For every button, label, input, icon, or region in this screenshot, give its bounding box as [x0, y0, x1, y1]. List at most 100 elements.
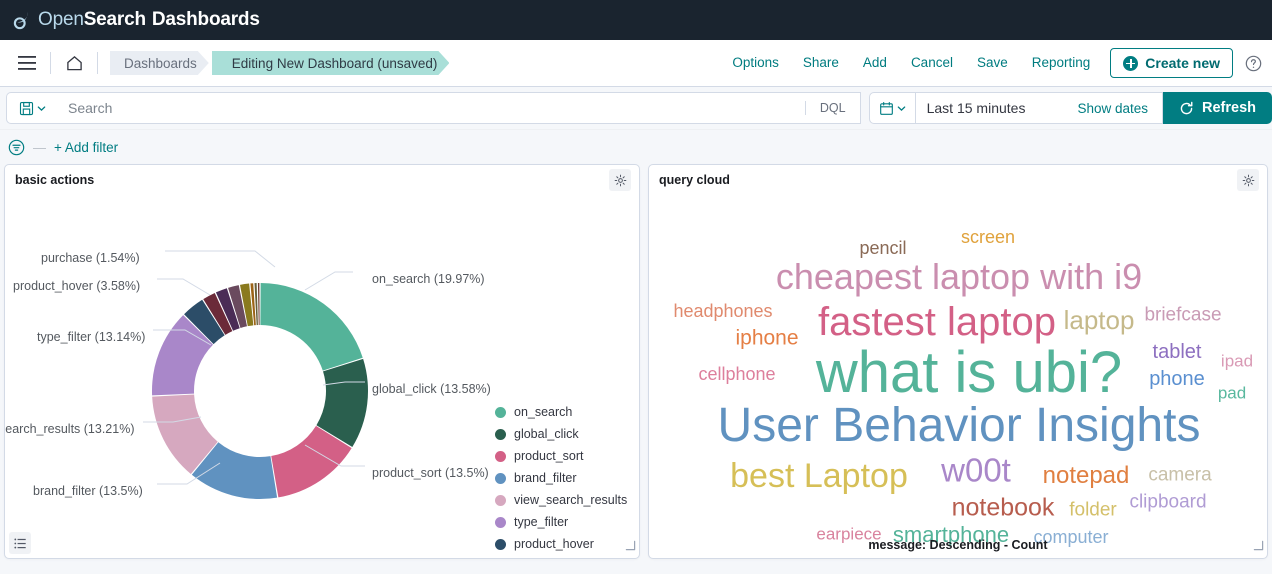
gear-icon-2[interactable]: [1237, 169, 1259, 191]
word-cloud-word[interactable]: notepad: [1043, 464, 1130, 488]
navigation-bar: Dashboards Editing New Dashboard (unsave…: [0, 40, 1272, 87]
add-filter-button[interactable]: + Add filter: [54, 140, 118, 155]
legend-color-dot: [495, 473, 506, 484]
donut-slice[interactable]: [258, 283, 260, 325]
brand-dashboards: Dashboards: [152, 9, 260, 30]
brand-logo-group[interactable]: OpenSearchDashboards: [10, 7, 260, 33]
donut-legend-item[interactable]: view_search_results: [495, 489, 627, 511]
word-cloud-word[interactable]: ipad: [1221, 353, 1253, 370]
donut-chart: on_search (19.97%)global_click (13.58%)p…: [5, 195, 639, 558]
word-cloud-word[interactable]: pad: [1218, 385, 1246, 402]
word-cloud-word[interactable]: cheapest laptop with i9: [776, 259, 1142, 295]
word-cloud-word[interactable]: best Laptop: [730, 459, 908, 493]
donut-slices: [152, 283, 368, 499]
word-cloud-word[interactable]: screen: [961, 228, 1015, 246]
word-cloud-word[interactable]: camera: [1148, 466, 1211, 485]
filter-bar: — + Add filter: [0, 130, 1272, 164]
help-circle-icon[interactable]: [1245, 55, 1262, 72]
donut-legend: on_search global_click product_sort brand_f…: [495, 401, 627, 558]
filter-funnel-icon[interactable]: [8, 139, 25, 156]
legend-item-label: brand_filter: [514, 471, 577, 485]
query-language-badge[interactable]: DQL: [805, 101, 860, 115]
panel-title-query-cloud[interactable]: query cloud: [659, 173, 730, 187]
donut-leader-line: [305, 272, 353, 290]
donut-slice[interactable]: [260, 283, 362, 371]
donut-legend-item[interactable]: global_click: [495, 423, 627, 445]
donut-legend-item[interactable]: product_sort: [495, 445, 627, 467]
donut-legend-item[interactable]: type_filter: [495, 511, 627, 533]
donut-leader-line: [165, 251, 275, 267]
word-cloud-word[interactable]: laptop: [1064, 307, 1135, 333]
legend-item-label: product_hover: [514, 537, 594, 551]
donut-legend-item[interactable]: product_hover: [495, 533, 627, 555]
word-cloud-word[interactable]: notebook: [952, 496, 1055, 521]
panel-body-basic-actions: on_search (19.97%)global_click (13.58%)p…: [5, 195, 639, 558]
legend-color-dot: [495, 517, 506, 528]
search-field-wrapper: DQL: [58, 92, 861, 124]
nav-reporting-link[interactable]: Reporting: [1020, 48, 1103, 78]
breadcrumb-dashboards[interactable]: Dashboards: [110, 51, 209, 75]
legend-color-dot: [495, 495, 506, 506]
refresh-icon: [1179, 101, 1194, 116]
donut-legend-item[interactable]: brand_filter: [495, 467, 627, 489]
refresh-button[interactable]: Refresh: [1163, 92, 1272, 124]
nav-add-link[interactable]: Add: [851, 48, 899, 78]
word-cloud-word[interactable]: iphone: [735, 328, 798, 349]
donut-legend-item[interactable]: on_search: [495, 401, 627, 423]
hamburger-menu-icon[interactable]: [10, 46, 44, 80]
word-cloud-word[interactable]: phone: [1149, 369, 1205, 389]
show-dates-button[interactable]: Show dates: [1037, 101, 1162, 116]
donut-slice-label: global_click (13.58%): [372, 382, 491, 396]
panel-header-basic-actions: basic actions: [5, 165, 639, 195]
legend-color-dot: [495, 429, 506, 440]
search-input[interactable]: [68, 100, 805, 116]
legend-item-label: view_search_results: [514, 493, 627, 507]
date-range-display[interactable]: Last 15 minutes: [916, 100, 1038, 116]
nav-actions: Options Share Add Cancel Save Reporting …: [720, 48, 1262, 78]
nav-share-link[interactable]: Share: [791, 48, 851, 78]
breadcrumb-editing-label: Editing New Dashboard (unsaved): [232, 56, 438, 71]
word-cloud-word[interactable]: what is ubi?: [816, 344, 1122, 402]
save-disk-icon: [19, 101, 34, 116]
word-cloud-word[interactable]: tablet: [1153, 342, 1202, 362]
calendar-quick-select-button[interactable]: [870, 93, 916, 123]
word-cloud-word[interactable]: fastest laptop: [818, 302, 1056, 342]
word-cloud-word[interactable]: folder: [1069, 501, 1117, 520]
opensearch-logo-icon: [10, 7, 36, 33]
legend-item-label: on_search: [514, 405, 572, 419]
panel-query-cloud: query cloud what is ubi?User Behavior In…: [648, 164, 1268, 559]
legend-color-dot: [495, 539, 506, 550]
breadcrumb-editing-dashboard[interactable]: Editing New Dashboard (unsaved): [212, 51, 450, 75]
nav-save-link[interactable]: Save: [965, 48, 1020, 78]
legend-item-label: global_click: [514, 427, 579, 441]
word-cloud-word[interactable]: clipboard: [1129, 493, 1206, 512]
resize-handle-icon-2[interactable]: [1253, 538, 1264, 556]
nav-options-link[interactable]: Options: [720, 48, 791, 78]
word-cloud-word[interactable]: pencil: [859, 239, 906, 257]
gear-icon[interactable]: [609, 169, 631, 191]
word-cloud-word[interactable]: headphones: [673, 302, 772, 320]
panel-basic-actions: basic actions on_search (19.97%)global_c…: [4, 164, 640, 559]
word-cloud-word[interactable]: w00t: [941, 454, 1011, 487]
legend-item-label: product_sort: [514, 449, 583, 463]
word-cloud-word[interactable]: cellphone: [698, 365, 775, 383]
home-icon[interactable]: [57, 46, 91, 80]
nav-divider-2: [97, 52, 98, 74]
resize-handle-icon[interactable]: [625, 538, 636, 556]
word-cloud-word[interactable]: User Behavior Insights: [718, 402, 1201, 450]
refresh-label: Refresh: [1202, 100, 1256, 116]
panel-title-basic-actions[interactable]: basic actions: [15, 173, 94, 187]
chevron-down-icon-2: [897, 104, 906, 113]
donut-slice-label: product_sort (13.5%): [372, 466, 489, 480]
donut-slice-label: product_hover (3.58%): [13, 279, 140, 293]
donut-slice-label: type_filter (13.14%): [37, 330, 145, 344]
donut-legend-item[interactable]: item_click: [495, 555, 627, 558]
list-icon[interactable]: [9, 532, 31, 554]
nav-cancel-link[interactable]: Cancel: [899, 48, 965, 78]
create-new-button[interactable]: Create new: [1110, 48, 1233, 78]
date-picker: Last 15 minutes Show dates: [869, 92, 1163, 124]
saved-query-button[interactable]: [6, 92, 58, 124]
brand-open: Open: [38, 9, 84, 30]
word-cloud-word[interactable]: briefcase: [1144, 306, 1221, 325]
donut-slice-label: brand_filter (13.5%): [33, 484, 143, 498]
